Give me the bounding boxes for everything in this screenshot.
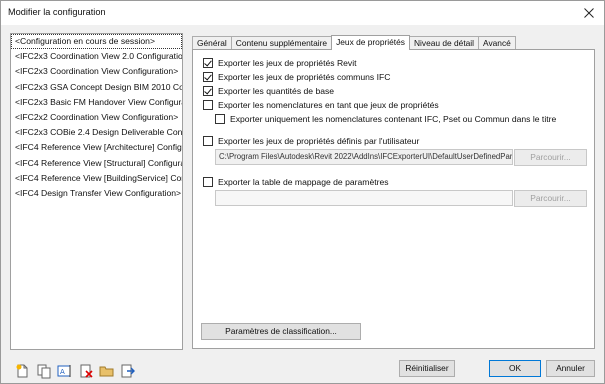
reset-button[interactable]: Réinitialiser [399, 360, 455, 377]
classification-settings-button[interactable]: Paramètres de classification... [201, 323, 361, 340]
tab-general[interactable]: Général [192, 36, 232, 50]
config-item[interactable]: <IFC4 Reference View [BuildingService] C… [11, 171, 182, 186]
cancel-button[interactable]: Annuler [546, 360, 595, 377]
config-item[interactable]: <IFC2x2 Coordination View Configuration> [11, 110, 182, 125]
export-schedules-label: Exporter les nomenclatures en tant que j… [218, 100, 439, 110]
ok-button[interactable]: OK [489, 360, 541, 377]
export-revit-psets-label: Exporter les jeux de propriétés Revit [218, 58, 357, 68]
config-item[interactable]: <IFC2x3 Basic FM Handover View Configura… [11, 95, 182, 110]
export-ifc-common-psets-checkbox[interactable] [203, 72, 213, 82]
tab-level-of-detail[interactable]: Niveau de détail [408, 36, 480, 50]
duplicate-icon[interactable] [36, 363, 52, 379]
property-sets-panel: Exporter les jeux de propriétés Revit Ex… [192, 49, 595, 349]
export-ifc-common-psets-label: Exporter les jeux de propriétés communs … [218, 72, 391, 82]
config-item[interactable]: <IFC2x3 GSA Concept Design BIM 2010 Conf… [11, 80, 182, 95]
title-bar: Modifier la configuration [1, 1, 604, 25]
tab-property-sets[interactable]: Jeux de propriétés [331, 35, 410, 50]
export-parameter-mapping-checkbox[interactable] [203, 177, 213, 187]
browse-user-defined-button[interactable]: Parcourir... [514, 149, 587, 166]
config-item[interactable]: <IFC2x3 Coordination View 2.0 Configurat… [11, 49, 182, 64]
export-base-quantities-option[interactable]: Exporter les quantités de base [203, 85, 334, 97]
rename-icon[interactable]: A [57, 363, 73, 379]
config-item[interactable]: <IFC4 Reference View [Architecture] Conf… [11, 140, 182, 155]
configuration-list[interactable]: <Configuration en cours de session> <IFC… [10, 33, 183, 350]
parameter-mapping-path-field[interactable] [215, 190, 513, 206]
new-file-icon[interactable] [15, 363, 31, 379]
export-parameter-mapping-option[interactable]: Exporter la table de mappage de paramètr… [203, 176, 389, 188]
export-revit-psets-checkbox[interactable] [203, 58, 213, 68]
export-revit-psets-option[interactable]: Exporter les jeux de propriétés Revit [203, 57, 357, 69]
configuration-toolbar: A [15, 363, 136, 379]
open-folder-icon[interactable] [99, 363, 115, 379]
export-user-defined-psets-option[interactable]: Exporter les jeux de propriétés définis … [203, 135, 419, 147]
export-schedules-checkbox[interactable] [203, 100, 213, 110]
browse-mapping-button[interactable]: Parcourir... [514, 190, 587, 207]
config-item[interactable]: <IFC2x3 COBie 2.4 Design Deliverable Con… [11, 125, 182, 140]
export-parameter-mapping-label: Exporter la table de mappage de paramètr… [218, 177, 389, 187]
export-ifc-common-psets-option[interactable]: Exporter les jeux de propriétés communs … [203, 71, 390, 83]
export-user-defined-psets-checkbox[interactable] [203, 136, 213, 146]
window-title: Modifier la configuration [8, 7, 106, 17]
export-schedules-only-option[interactable]: Exporter uniquement les nomenclatures co… [215, 113, 556, 125]
delete-icon[interactable] [78, 363, 94, 379]
svg-text:A: A [60, 368, 65, 376]
config-item[interactable]: <IFC4 Reference View [Structural] Config… [11, 156, 182, 171]
config-item[interactable]: <IFC4 Design Transfer View Configuration… [11, 186, 182, 201]
export-schedules-only-label: Exporter uniquement les nomenclatures co… [230, 114, 557, 124]
tab-strip: Général Contenu supplémentaire Jeux de p… [192, 35, 516, 50]
close-button[interactable] [574, 1, 604, 25]
config-item[interactable]: <IFC2x3 Coordination View Configuration> [11, 64, 182, 79]
export-icon[interactable] [120, 363, 136, 379]
export-schedules-only-checkbox[interactable] [215, 114, 225, 124]
tab-additional-content[interactable]: Contenu supplémentaire [230, 36, 333, 50]
config-item-current-session[interactable]: <Configuration en cours de session> [11, 34, 182, 50]
tab-advanced[interactable]: Avancé [478, 36, 516, 50]
export-base-quantities-label: Exporter les quantités de base [218, 86, 335, 96]
export-user-defined-psets-label: Exporter les jeux de propriétés définis … [218, 136, 420, 146]
export-base-quantities-checkbox[interactable] [203, 86, 213, 96]
close-icon [584, 8, 594, 18]
user-defined-psets-path-field[interactable]: C:\Program Files\Autodesk\Revit 2022\Add… [215, 149, 513, 165]
export-schedules-option[interactable]: Exporter les nomenclatures en tant que j… [203, 99, 439, 111]
modify-configuration-dialog: Modifier la configuration <Configuration… [0, 0, 605, 384]
